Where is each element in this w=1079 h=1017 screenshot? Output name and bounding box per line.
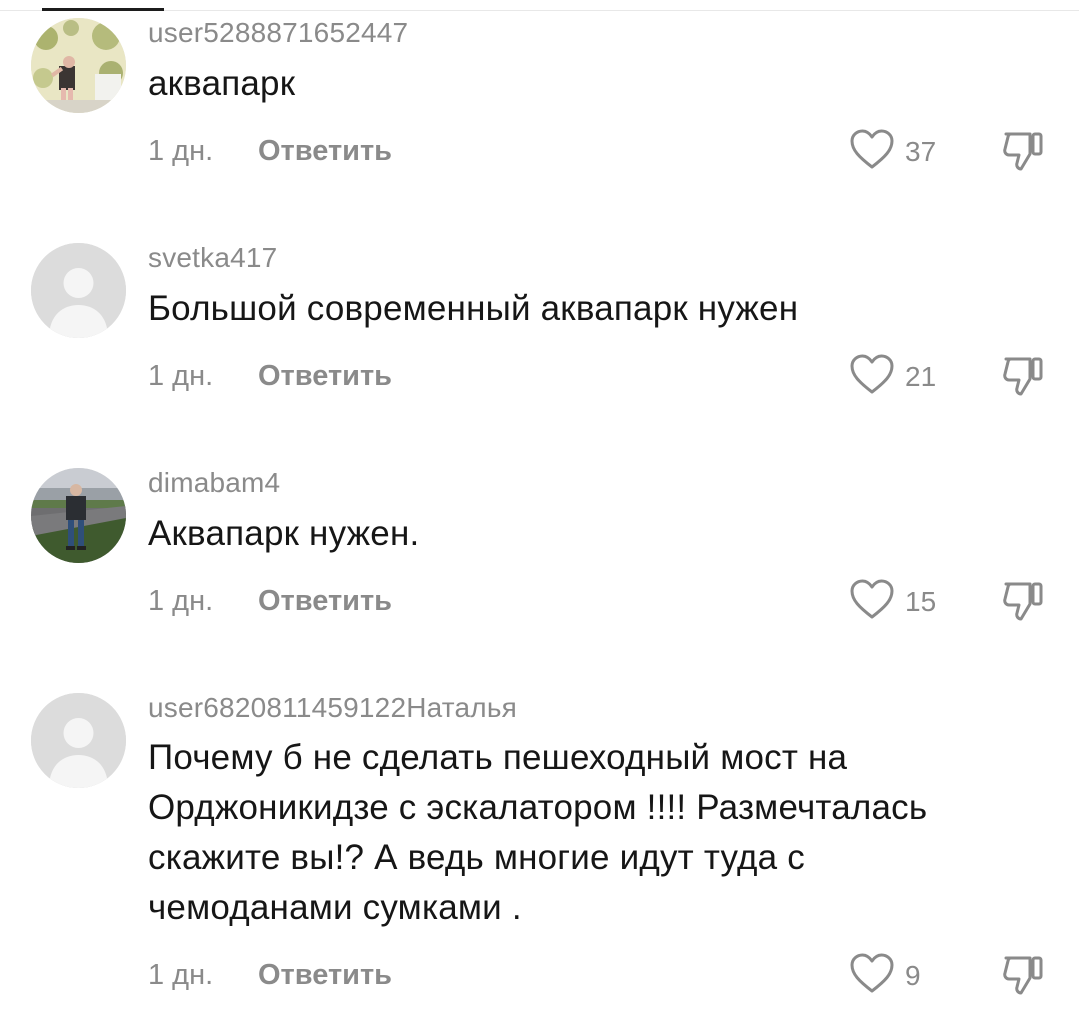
thumbs-down-outline-icon bbox=[1000, 582, 1046, 626]
dislike-button[interactable] bbox=[1000, 128, 1046, 177]
dislike-button[interactable] bbox=[1000, 353, 1046, 402]
comments-screen: user5288871652447 аквапарк 1 дн. Ответит… bbox=[0, 0, 1079, 1017]
comment-text-line: Орджоникидзе с эскалатором !!!! Размечта… bbox=[148, 788, 928, 827]
username[interactable]: dimabam4 bbox=[148, 467, 280, 499]
like-button[interactable]: 15 bbox=[849, 578, 936, 625]
like-count: 37 bbox=[905, 135, 937, 167]
reply-button[interactable]: Ответить bbox=[258, 585, 392, 618]
username[interactable]: user5288871652447 bbox=[148, 17, 408, 49]
like-button[interactable]: 9 bbox=[849, 952, 921, 999]
top-tab-indicator bbox=[42, 8, 164, 11]
comment-time: 1 дн. bbox=[148, 360, 214, 392]
reply-button[interactable]: Ответить bbox=[258, 135, 392, 168]
heart-outline-icon bbox=[849, 128, 895, 175]
heart-outline-icon bbox=[849, 952, 895, 999]
comment-text-line: скажите вы!? А ведь многие идут туда с bbox=[148, 838, 805, 877]
comment-text: Почему б не сделать пешеходный мост на О… bbox=[148, 733, 1048, 933]
like-count: 15 bbox=[905, 585, 937, 617]
thumbs-down-outline-icon bbox=[1000, 132, 1046, 176]
reply-button[interactable]: Ответить bbox=[258, 360, 392, 393]
avatar[interactable] bbox=[31, 693, 126, 788]
dislike-button[interactable] bbox=[1000, 952, 1046, 1001]
thumbs-down-outline-icon bbox=[1000, 956, 1046, 1000]
like-button[interactable]: 21 bbox=[849, 353, 936, 400]
thumbs-down-outline-icon bbox=[1000, 357, 1046, 401]
comment-time: 1 дн. bbox=[148, 585, 214, 617]
heart-outline-icon bbox=[849, 578, 895, 625]
avatar[interactable] bbox=[31, 468, 126, 563]
comment-time: 1 дн. bbox=[148, 959, 214, 991]
username[interactable]: svetka417 bbox=[148, 242, 277, 274]
dislike-button[interactable] bbox=[1000, 578, 1046, 627]
username[interactable]: user6820811459122Наталья bbox=[148, 692, 517, 724]
reply-button[interactable]: Ответить bbox=[258, 959, 392, 992]
like-count: 9 bbox=[905, 959, 921, 991]
like-button[interactable]: 37 bbox=[849, 128, 936, 175]
avatar[interactable] bbox=[31, 18, 126, 113]
comment-time: 1 дн. bbox=[148, 135, 214, 167]
avatar[interactable] bbox=[31, 243, 126, 338]
comment-text: аквапарк bbox=[148, 64, 296, 103]
comment-text: Большой современный аквапарк нужен bbox=[148, 289, 799, 328]
comment-text-line: Почему б не сделать пешеходный мост на bbox=[148, 738, 848, 777]
comment-text-line: чемоданами сумками . bbox=[148, 888, 522, 927]
heart-outline-icon bbox=[849, 353, 895, 400]
like-count: 21 bbox=[905, 360, 937, 392]
comment-text: Аквапарк нужен. bbox=[148, 514, 420, 553]
